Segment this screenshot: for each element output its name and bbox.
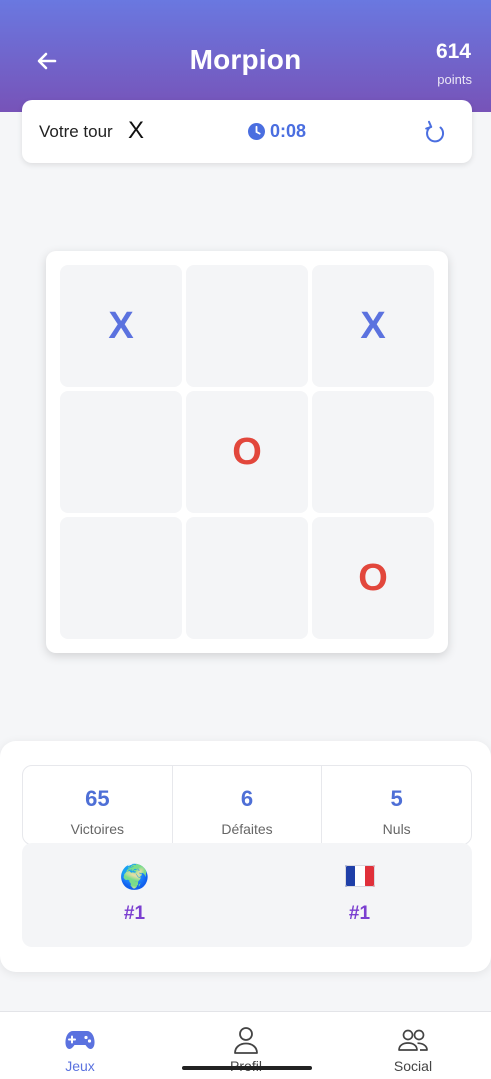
stat-draws: 5 Nuls — [321, 766, 471, 844]
app-header: Morpion 614 points — [0, 0, 491, 112]
board-cell-1[interactable]: X — [60, 265, 182, 387]
stat-losses: 6 Défaites — [171, 766, 322, 844]
game-board: X X O O — [46, 251, 448, 653]
clock-icon — [248, 123, 265, 140]
rank-value: #1 — [348, 903, 371, 924]
turn-label: Votre tour — [39, 122, 113, 141]
stat-wins: 65 Victoires — [23, 766, 172, 844]
user-icon — [196, 1024, 296, 1056]
board-cell-6[interactable] — [312, 391, 434, 513]
stats-row: 65 Victoires 6 Défaites 5 Nuls — [22, 765, 472, 845]
france-flag-icon — [247, 865, 472, 891]
board-cell-2[interactable] — [186, 265, 308, 387]
board-cell-5[interactable]: O — [186, 391, 308, 513]
board-cell-4[interactable] — [60, 391, 182, 513]
timer: 0:08 — [248, 121, 306, 142]
stat-label: Victoires — [70, 821, 125, 837]
rankings: 🌍 #1 #1 — [22, 843, 472, 947]
home-indicator — [182, 1066, 312, 1070]
rank-value: #1 — [123, 903, 146, 924]
users-icon — [363, 1024, 463, 1056]
globe-icon: 🌍 — [119, 864, 150, 891]
turn-symbol: X — [128, 117, 145, 144]
board-cell-9[interactable]: O — [312, 517, 434, 639]
stat-value: 65 — [85, 786, 110, 811]
nav-label: Jeux — [65, 1058, 95, 1074]
rank-world: 🌍 #1 — [22, 843, 247, 947]
gamepad-icon — [30, 1024, 130, 1056]
rank-country: #1 — [247, 843, 472, 947]
stat-value: 6 — [240, 786, 254, 811]
nav-label: Social — [393, 1058, 433, 1074]
score-value: 614 — [435, 40, 471, 63]
score-unit: points — [437, 72, 472, 87]
stat-value: 5 — [390, 786, 403, 811]
stats-panel: 65 Victoires 6 Défaites 5 Nuls 🌍 #1 #1 — [0, 741, 491, 972]
refresh-button[interactable] — [422, 118, 448, 146]
page-title: Morpion — [189, 44, 302, 75]
timer-value: 0:08 — [270, 121, 307, 141]
nav-item-jeux[interactable]: Jeux — [30, 1024, 130, 1074]
nav-item-social[interactable]: Social — [363, 1024, 463, 1074]
stat-label: Nuls — [382, 821, 411, 837]
turn-status-card: Votre tour X 0:08 — [22, 100, 472, 163]
refresh-icon — [425, 120, 445, 143]
board-cell-3[interactable]: X — [312, 265, 434, 387]
board-cell-7[interactable] — [60, 517, 182, 639]
board-cell-8[interactable] — [186, 517, 308, 639]
stat-label: Défaites — [221, 821, 273, 837]
